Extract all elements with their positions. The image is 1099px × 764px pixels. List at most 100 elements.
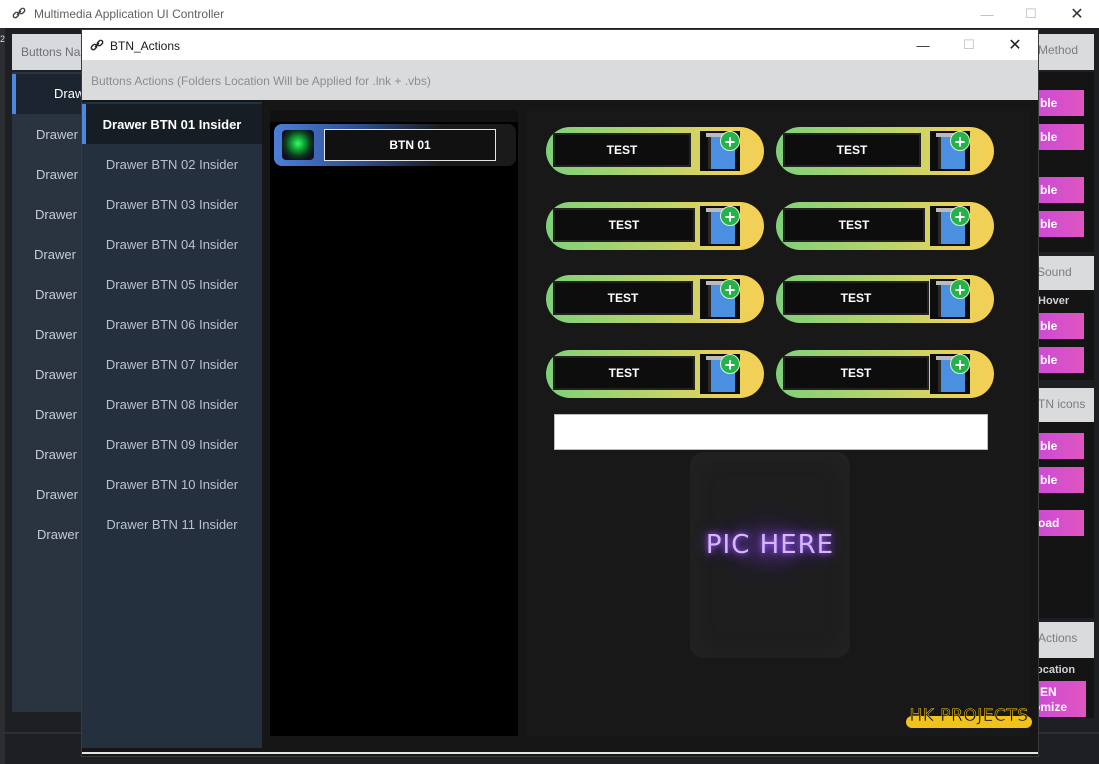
bg-load-button[interactable]: oad [1030,510,1084,536]
bg-minimize-button[interactable]: — [964,0,1010,28]
test-action-pill: TEST + [546,127,764,175]
close-button[interactable]: ✕ [992,30,1038,60]
fg-window-titlebar: BTN_Actions — ☐ ✕ [82,30,1038,60]
bg-edge-mark: 2 [0,34,6,44]
bg-enable-button[interactable]: ble [1030,90,1084,116]
bg-sidebar-item[interactable]: Drawer [12,475,92,515]
description-text: Buttons Actions (Folders Location Will b… [91,74,431,88]
test-button[interactable]: TEST [553,133,691,167]
bg-sidebar-item[interactable]: Drawer [12,115,92,155]
sidebar-item-drawer-btn-10[interactable]: Drawer BTN 10 Insider [82,464,262,504]
bg-sidebar-item[interactable]: Drawer [12,355,92,395]
test-button[interactable]: TEST [783,356,929,390]
picture-placeholder-text: PIC HERE [705,530,835,560]
sidebar-item-drawer-btn-01[interactable]: Drawer BTN 01 Insider [82,104,262,144]
bg-disable-button[interactable]: ble [1030,467,1084,493]
link-icon [90,39,104,51]
bg-disable-button[interactable]: ble [1030,124,1084,150]
btn-logo-icon [282,130,314,160]
maximize-button[interactable]: ☐ [946,30,992,60]
bg-sound-header: Sound [1030,256,1094,290]
btn-list-header [270,110,518,122]
bg-sidebar-item[interactable]: Drawer [12,395,92,435]
btn-list-item[interactable]: BTN 01 [274,124,516,166]
sidebar-item-drawer-btn-03[interactable]: Drawer BTN 03 Insider [82,184,262,224]
bg-sidebar-item[interactable]: Drawer [12,515,92,555]
add-folder-button[interactable]: + [700,206,740,246]
test-action-pill: TEST + [776,350,994,398]
sidebar-item-drawer-btn-09[interactable]: Drawer BTN 09 Insider [82,424,262,464]
bg-window-titlebar: Multimedia Application UI Controller — ☐… [0,0,1099,28]
bg-window-title: Multimedia Application UI Controller [34,7,225,21]
hk-projects-logo: HK PROJECTS [906,706,1032,728]
logo-text: HK PROJECTS [909,706,1029,727]
bg-sidebar: Draw Drawer Drawer Drawer Drawer Drawer … [12,72,92,712]
minimize-button[interactable]: — [900,30,946,60]
plus-icon: + [950,131,970,152]
bg-sidebar-item[interactable]: Drawer [12,275,92,315]
bg-sidebar-item[interactable]: Drawer [12,155,92,195]
bg-open-customize-button[interactable]: EN omize [1030,681,1086,717]
add-folder-button[interactable]: + [930,131,970,171]
btn-list-panel [270,110,518,736]
plus-icon: + [720,206,740,227]
test-action-pill: TEST + [546,202,764,250]
sidebar-item-drawer-btn-04[interactable]: Drawer BTN 04 Insider [82,224,262,264]
bg-left-strip [0,28,5,764]
test-action-pill: TEST + [546,350,764,398]
plus-icon: + [950,206,970,227]
bg-sidebar-item[interactable]: Drawer [12,315,92,355]
bg-disable-button[interactable]: ble [1030,347,1084,373]
test-button[interactable]: TEST [553,356,695,390]
test-action-pill: TEST + [776,127,994,175]
drawer-sidebar: Drawer BTN 01 Insider Drawer BTN 02 Insi… [82,102,262,748]
bg-sidebar-item[interactable]: Drawer [12,235,92,275]
plus-icon: + [720,354,740,375]
bg-maximize-button[interactable]: ☐ [1008,0,1054,28]
sidebar-item-drawer-btn-05[interactable]: Drawer BTN 05 Insider [82,264,262,304]
bg-disable-button[interactable]: ble [1030,211,1084,237]
test-action-pill: TEST + [776,275,994,323]
bg-close-button[interactable]: ✕ [1054,0,1099,28]
btn-actions-window: BTN_Actions — ☐ ✕ Buttons Actions (Folde… [82,30,1038,756]
add-folder-button[interactable]: + [700,279,740,319]
add-folder-button[interactable]: + [930,206,970,246]
add-folder-button[interactable]: + [700,131,740,171]
test-button[interactable]: TEST [783,208,925,242]
plus-icon: + [950,279,970,300]
bg-hover-label: Hover [1038,295,1070,307]
plus-icon: + [720,131,740,152]
bg-actions-header: Actions [1030,622,1094,658]
add-folder-button[interactable]: + [930,279,970,319]
bg-enable-button[interactable]: ble [1030,177,1084,203]
test-button[interactable]: TEST [553,208,695,242]
plus-icon: + [950,354,970,375]
add-folder-button[interactable]: + [700,354,740,394]
fg-divider [82,752,1038,754]
bg-sidebar-item[interactable]: Draw [12,74,92,114]
folder-path-input[interactable] [554,414,988,450]
plus-icon: + [720,279,740,300]
bg-location-label: ocation [1036,664,1076,676]
bg-sidebar-item[interactable]: Drawer [12,195,92,235]
sidebar-item-drawer-btn-11[interactable]: Drawer BTN 11 Insider [82,504,262,544]
test-button[interactable]: TEST [783,133,921,167]
bg-tab-buttons-names[interactable]: Buttons Na [12,34,92,70]
bg-tab-label: Buttons Na [21,45,81,59]
test-button[interactable]: TEST [783,281,929,315]
link-icon [12,7,26,19]
test-action-pill: TEST + [776,202,994,250]
fg-window-title: BTN_Actions [110,39,181,53]
test-action-pill: TEST + [546,275,764,323]
btn-name-field[interactable]: BTN 01 [324,129,496,161]
add-folder-button[interactable]: + [930,354,970,394]
bg-enable-button[interactable]: ble [1030,433,1084,459]
bg-enable-button[interactable]: ble [1030,313,1084,339]
sidebar-item-drawer-btn-02[interactable]: Drawer BTN 02 Insider [82,144,262,184]
bg-method-header: Method [1030,34,1094,70]
sidebar-item-drawer-btn-07[interactable]: Drawer BTN 07 Insider [82,344,262,384]
bg-sidebar-item[interactable]: Drawer [12,435,92,475]
sidebar-item-drawer-btn-08[interactable]: Drawer BTN 08 Insider [82,384,262,424]
sidebar-item-drawer-btn-06[interactable]: Drawer BTN 06 Insider [82,304,262,344]
test-button[interactable]: TEST [553,281,693,315]
